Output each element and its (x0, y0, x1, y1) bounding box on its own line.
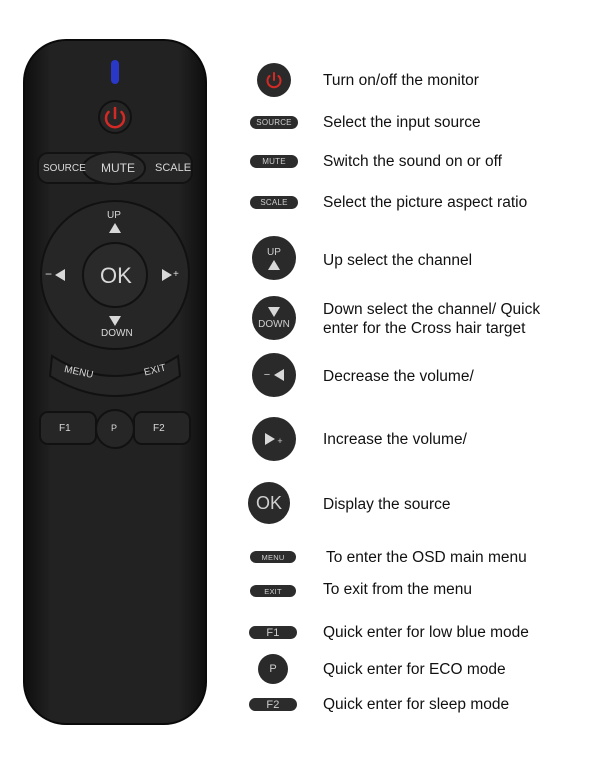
up-label[interactable]: UP (107, 210, 121, 221)
left-arrow-icon[interactable] (55, 269, 65, 281)
legend-f2-icon: F2 (249, 698, 297, 711)
legend-desc-vol-down: Decrease the volume/ (323, 368, 474, 385)
legend-exit-icon: EXIT (250, 585, 296, 597)
legend-mute-icon: MUTE (250, 155, 298, 168)
legend-f1-icon: F1 (249, 626, 297, 639)
legend-desc-source: Select the input source (323, 114, 481, 131)
f1-label[interactable]: F1 (59, 423, 71, 434)
legend-vol-up-icon: + (252, 417, 296, 461)
p-label[interactable]: P (111, 423, 117, 433)
legend-desc-mute: Switch the sound on or off (323, 153, 502, 170)
legend-ok-icon: OK (248, 482, 290, 524)
legend-up-label: UP (267, 246, 281, 258)
legend-desc-down-line1: Down select the channel/ Quick (323, 301, 541, 318)
legend-scale-icon: SCALE (250, 196, 298, 209)
plus-label: + (173, 269, 179, 280)
legend-desc-f2: Quick enter for sleep mode (323, 696, 510, 713)
power-icon (266, 72, 282, 89)
down-label[interactable]: DOWN (101, 328, 133, 339)
down-arrow-icon (268, 306, 280, 317)
legend-p-icon: P (258, 654, 288, 684)
legend-desc-up: Up select the channel (323, 252, 473, 269)
f2-label[interactable]: F2 (153, 423, 165, 434)
legend-desc-scale: Select the picture aspect ratio (323, 194, 528, 211)
legend-up-icon: UP (252, 236, 296, 280)
minus-label: − (45, 267, 53, 281)
legend-source-icon: SOURCE (250, 116, 298, 129)
remote-body-graphic (23, 39, 207, 725)
legend-power-icon (257, 63, 291, 97)
right-arrow-icon[interactable] (162, 269, 172, 281)
mute-label[interactable]: MUTE (101, 161, 135, 175)
right-arrow-icon (265, 433, 276, 445)
legend-minus-label: − (263, 369, 271, 381)
legend-plus-label: + (277, 436, 283, 446)
legend-menu-icon: MENU (250, 551, 296, 563)
indicator-light (111, 60, 119, 84)
legend-desc-f1: Quick enter for low blue mode (323, 624, 529, 641)
left-arrow-icon (274, 369, 285, 381)
legend-desc-down-line2: enter for the Cross hair target (323, 320, 526, 337)
legend-desc-menu: To enter the OSD main menu (326, 549, 527, 566)
ok-label[interactable]: OK (100, 263, 132, 289)
legend-vol-down-icon: − (252, 353, 296, 397)
up-arrow-icon (268, 259, 280, 270)
scale-label[interactable]: SCALE (155, 162, 191, 174)
legend-desc-exit: To exit from the menu (323, 581, 473, 598)
legend-desc-ok: Display the source (323, 496, 451, 513)
down-arrow-icon (109, 316, 121, 326)
up-arrow-icon (109, 223, 121, 233)
legend-down-label: DOWN (258, 318, 290, 330)
legend-desc-vol-up: Increase the volume/ (323, 431, 467, 448)
legend-down-icon: DOWN (252, 296, 296, 340)
source-label[interactable]: SOURCE (43, 163, 86, 174)
legend-desc-p: Quick enter for ECO mode (323, 661, 506, 678)
remote-control: SOURCE MUTE SCALE UP OK − + DOWN MENU EX… (22, 38, 208, 726)
legend-desc-power: Turn on/off the monitor (323, 72, 479, 89)
